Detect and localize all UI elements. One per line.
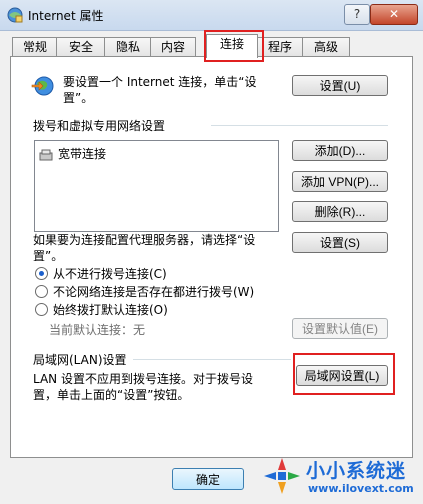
setup-text-line2: 置”。 (63, 91, 94, 105)
lan-divider (133, 359, 291, 360)
radio-dial-whenever[interactable]: 不论网络连接是否存在都进行拨号(W) (35, 283, 254, 301)
proxy-text-line2: 置”。 (33, 249, 64, 263)
tab-content[interactable]: 内容 (150, 37, 196, 57)
network-globe-icon (31, 76, 54, 96)
radio-never-dial[interactable]: 从不进行拨号连接(C) (35, 265, 167, 283)
radio-label: 从不进行拨号连接(C) (53, 267, 167, 281)
list-item[interactable]: 宽带连接 (39, 145, 106, 163)
tab-advanced[interactable]: 高级 (302, 37, 350, 57)
broadband-connection-icon (39, 149, 53, 160)
add-button[interactable]: 添加(D)... (292, 140, 388, 161)
radio-button[interactable] (35, 303, 48, 316)
connection-name: 宽带连接 (58, 147, 107, 161)
default-connection-label: 当前默认连接：无 (49, 323, 146, 337)
watermark-url: www.ilovext.com (308, 482, 414, 495)
watermark-title: 小小系统迷 (306, 460, 407, 482)
tab-privacy[interactable]: 隐私 (104, 37, 152, 57)
add-vpn-button[interactable]: 添加 VPN(P)... (292, 171, 388, 192)
dialup-divider (211, 125, 388, 126)
set-default-button[interactable]: 设置默认值(E) (292, 318, 388, 339)
lan-text-line1: LAN 设置不应用到拨号连接。对于拨号设 (33, 372, 253, 386)
remove-button[interactable]: 删除(R)... (292, 201, 388, 222)
tab-highlight-box (204, 30, 264, 62)
window-title: Internet 属性 (28, 9, 104, 23)
dialup-heading: 拨号和虚拟专用网络设置 (33, 119, 166, 133)
ok-button[interactable]: 确定 (172, 468, 244, 490)
radio-label: 不论网络连接是否存在都进行拨号(W) (53, 285, 255, 299)
lan-highlight-box (293, 353, 395, 395)
connections-panel: 要设置一个 Internet 连接，单击“设 置”。 设置(U) 拨号和虚拟专用… (10, 56, 413, 458)
radio-label: 始终拨打默认连接(O) (53, 303, 168, 317)
connection-list[interactable]: 宽带连接 (34, 140, 279, 232)
proxy-text-line1: 如果要为连接配置代理服务器，请选择“设 (33, 233, 256, 247)
tab-general[interactable]: 常规 (12, 37, 58, 57)
setup-button[interactable]: 设置(U) (292, 75, 388, 96)
watermark: 小小系统迷 www.ilovext.com (258, 454, 423, 504)
lan-heading: 局域网(LAN)设置 (33, 353, 127, 367)
radio-always-dial[interactable]: 始终拨打默认连接(O) (35, 301, 168, 319)
title-bar: Internet 属性 ? ✕ (0, 0, 423, 31)
setup-text-line1: 要设置一个 Internet 连接，单击“设 (63, 75, 257, 89)
help-button[interactable]: ? (344, 4, 370, 25)
tab-security[interactable]: 安全 (56, 37, 106, 57)
radio-button[interactable] (35, 285, 48, 298)
default-connection-value: 无 (133, 323, 146, 337)
internet-options-icon (7, 7, 23, 23)
lan-text-line2: 置，单击上面的“设置”按钮。 (33, 388, 190, 402)
radio-button[interactable] (35, 267, 48, 280)
close-button[interactable]: ✕ (370, 4, 418, 25)
proxy-settings-button[interactable]: 设置(S) (292, 232, 388, 253)
watermark-logo-icon (264, 458, 300, 494)
